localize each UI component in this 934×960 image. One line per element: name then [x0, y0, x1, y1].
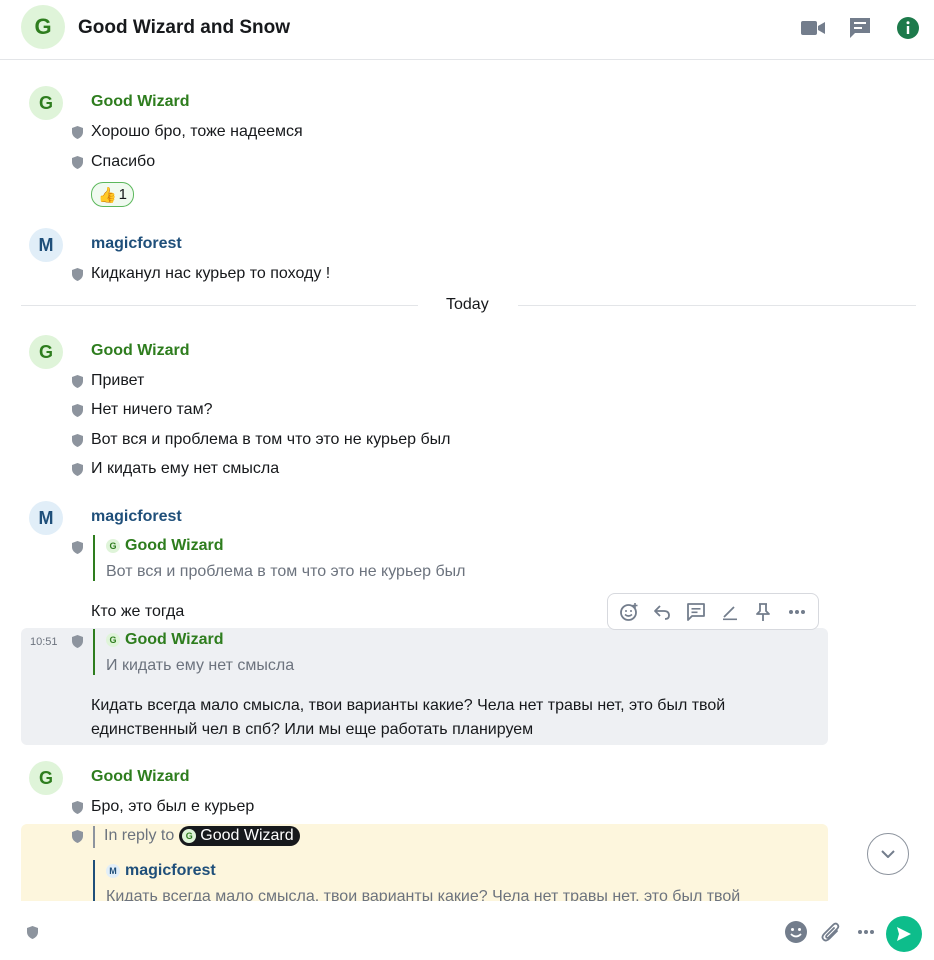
date-divider-line [21, 305, 418, 306]
in-reply-to-label: In reply to [104, 827, 175, 844]
encryption-shield-icon [72, 463, 83, 476]
more-options-icon[interactable] [783, 598, 811, 626]
reaction-emoji: 👍 [97, 186, 117, 204]
message-text: Нет ничего там? [91, 401, 213, 418]
message-text-line: Кидать всегда мало смысла, твои варианты… [91, 697, 726, 714]
thread-icon[interactable] [682, 598, 710, 626]
encryption-shield-icon [72, 268, 83, 281]
sender-name[interactable]: magicforest [91, 235, 182, 253]
user-pill[interactable]: G Good Wizard [179, 826, 300, 846]
encryption-shield-icon [72, 801, 83, 814]
message-text: Бро, это был е курьер [91, 798, 255, 815]
message-action-bar [607, 593, 819, 630]
room-info-icon[interactable] [895, 15, 921, 41]
room-title[interactable]: Good Wizard and Snow [78, 17, 290, 39]
quote-text: Вот вся и проблема в том что это не курь… [106, 563, 466, 580]
quote-sender-name: magicforest [125, 862, 216, 879]
message-input[interactable] [48, 915, 768, 949]
room-avatar[interactable]: G [21, 5, 65, 49]
pill-name: Good Wizard [200, 827, 294, 844]
attachment-icon[interactable] [818, 919, 844, 945]
reaction-count: 1 [118, 186, 128, 203]
sender-name[interactable]: magicforest [91, 508, 182, 526]
message-text: И кидать ему нет смысла [91, 460, 280, 477]
message-text: Вот вся и проблема в том что это не курь… [91, 431, 451, 448]
sender-avatar[interactable]: G [29, 86, 63, 120]
emoji-icon[interactable] [783, 919, 809, 945]
video-call-icon[interactable] [800, 15, 826, 41]
reply-quote[interactable]: G Good Wizard И кидать ему нет смысла [93, 629, 294, 675]
message-composer [0, 901, 934, 960]
encryption-shield-icon [72, 830, 83, 843]
sender-avatar[interactable]: M [29, 228, 63, 262]
edit-icon[interactable] [716, 598, 744, 626]
encryption-shield-icon [72, 126, 83, 139]
chevron-down-icon [881, 850, 895, 858]
reply-quote[interactable]: M magicforest Кидать всегда мало смысла,… [93, 860, 740, 901]
quote-avatar: M [106, 864, 120, 878]
encryption-shield-icon [72, 541, 83, 554]
encryption-shield-icon [72, 375, 83, 388]
encryption-shield-icon [27, 926, 38, 939]
reply-quote[interactable]: G Good Wizard Вот вся и проблема в том ч… [93, 535, 466, 581]
reply-chain-line [93, 826, 95, 848]
date-divider: Today [446, 296, 489, 313]
message-text: Кидканул нас курьер то походу ! [91, 265, 331, 282]
quote-sender-name: Good Wizard [125, 537, 224, 554]
pin-icon[interactable] [749, 598, 777, 626]
more-options-icon[interactable] [853, 919, 879, 945]
quote-sender: M magicforest [106, 860, 740, 882]
message-text-line: единственный чел в спб? Или мы еще работ… [91, 721, 534, 738]
sender-avatar[interactable]: M [29, 501, 63, 535]
room-header: G Good Wizard and Snow [0, 0, 934, 60]
quote-avatar: G [106, 539, 120, 553]
jump-to-latest-button[interactable] [867, 833, 909, 875]
send-button[interactable] [886, 916, 922, 952]
sender-avatar[interactable]: G [29, 761, 63, 795]
reaction-pill[interactable]: 👍 1 [91, 182, 134, 207]
pill-avatar: G [182, 829, 197, 843]
message-text: Кто же тогда [91, 603, 185, 620]
threads-icon[interactable] [847, 15, 873, 41]
quote-text: И кидать ему нет смысла [106, 657, 295, 674]
send-icon [897, 927, 911, 941]
message-timeline[interactable]: G Good Wizard Хорошо бро, тоже надеемся … [0, 61, 934, 901]
sender-avatar[interactable]: G [29, 335, 63, 369]
message-timestamp[interactable]: 10:51 [30, 636, 58, 648]
quote-sender: G Good Wizard [106, 629, 294, 651]
sender-name[interactable]: Good Wizard [91, 342, 190, 360]
quote-avatar: G [106, 633, 120, 647]
message-text: Хорошо бро, тоже надеемся [91, 123, 303, 140]
sender-name[interactable]: Good Wizard [91, 93, 190, 111]
in-reply-to[interactable]: In reply to G Good Wizard [104, 826, 300, 846]
encryption-shield-icon [72, 404, 83, 417]
reply-icon[interactable] [648, 598, 676, 626]
quote-text: Кидать всегда мало смысла, твои варианты… [106, 888, 741, 901]
encryption-shield-icon [72, 635, 83, 648]
message-text: Привет [91, 372, 145, 389]
quote-sender: G Good Wizard [106, 535, 466, 557]
encryption-shield-icon [72, 434, 83, 447]
date-divider-line [518, 305, 916, 306]
quote-sender-name: Good Wizard [125, 631, 224, 648]
sender-name[interactable]: Good Wizard [91, 768, 190, 786]
encryption-shield-icon [72, 156, 83, 169]
message-text: Спасибо [91, 153, 156, 170]
react-icon[interactable] [615, 598, 643, 626]
